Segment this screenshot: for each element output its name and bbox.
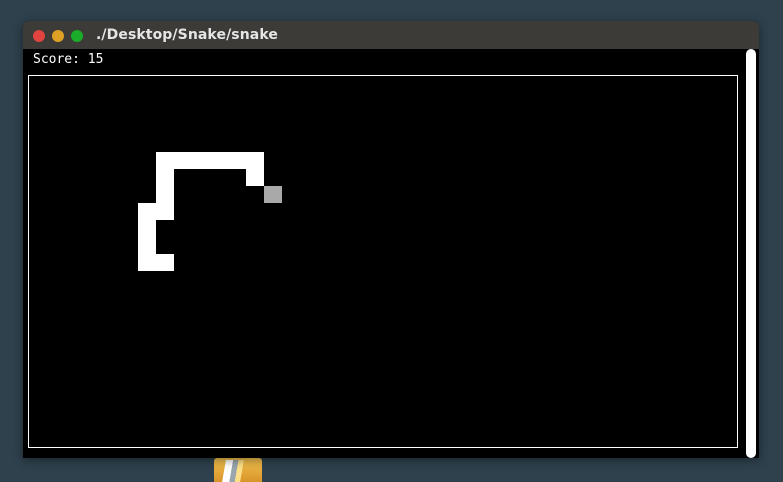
- close-window-icon[interactable]: [33, 30, 45, 42]
- snake-segment: [156, 203, 174, 220]
- snake-segment: [156, 169, 174, 186]
- snake-segment: [246, 169, 264, 186]
- game-board: [28, 75, 738, 448]
- terminal-window: ./Desktop/Snake/snake Score: 15: [23, 21, 759, 458]
- snake-segment: [246, 152, 264, 169]
- snake-segment: [138, 237, 156, 254]
- score-label: Score: 15: [33, 52, 104, 67]
- snake-segment: [192, 152, 210, 169]
- window-titlebar[interactable]: ./Desktop/Snake/snake: [23, 21, 759, 49]
- snake-segment: [138, 203, 156, 220]
- maximize-window-icon[interactable]: [71, 30, 83, 42]
- dock-app-icon-graphic: [222, 460, 244, 482]
- snake-segment: [138, 220, 156, 237]
- food-pellet: [264, 186, 282, 203]
- snake-segment: [156, 152, 174, 169]
- snake-segment: [138, 254, 156, 271]
- terminal-content[interactable]: Score: 15: [23, 49, 759, 458]
- scrollbar[interactable]: [746, 49, 756, 458]
- snake-segment: [156, 186, 174, 203]
- dock-app-icon[interactable]: [214, 458, 262, 482]
- snake-segment: [210, 152, 228, 169]
- snake-segment: [156, 254, 174, 271]
- snake-segment: [174, 152, 192, 169]
- window-title: ./Desktop/Snake/snake: [96, 27, 278, 43]
- minimize-window-icon[interactable]: [52, 30, 64, 42]
- snake-segment: [228, 152, 246, 169]
